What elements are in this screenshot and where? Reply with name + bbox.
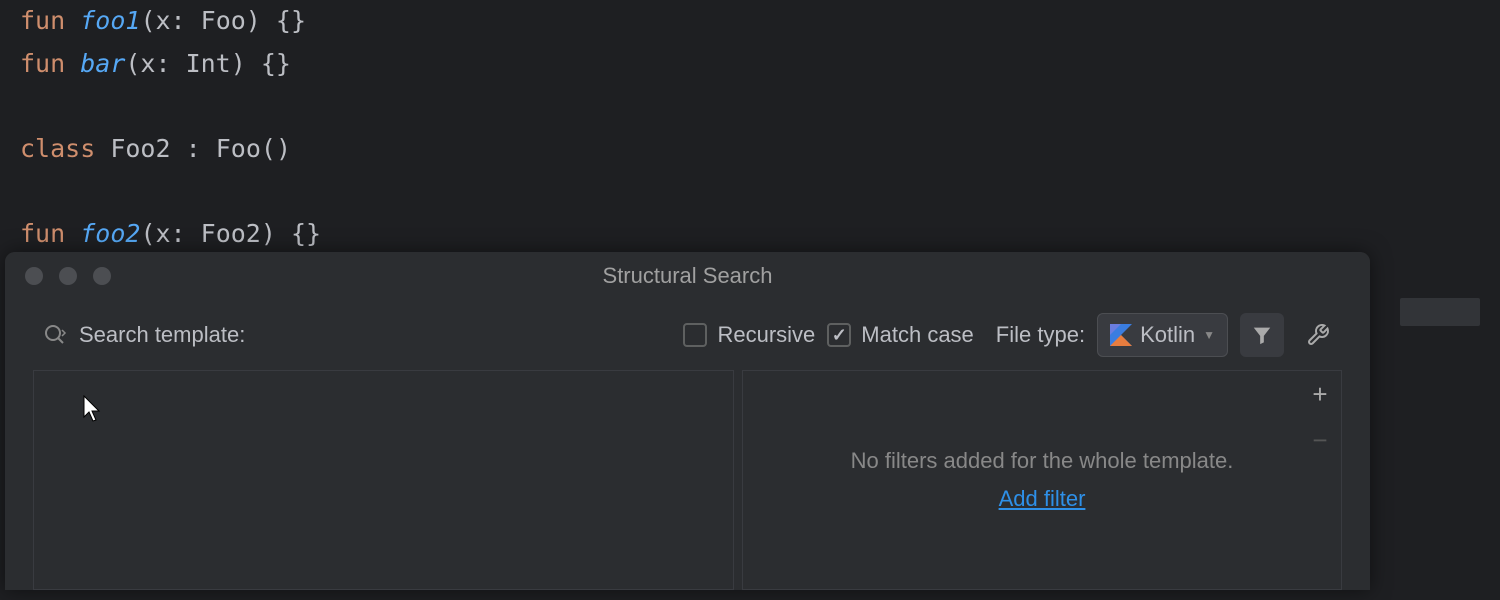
match-case-checkbox[interactable]: Match case [827, 322, 974, 348]
code-line: fun foo1(x: Foo) {} [20, 0, 1480, 43]
code-line: class Foo2 : Foo() [20, 128, 1480, 171]
code-line: fun foo2(x: Foo2) {} [20, 213, 1480, 256]
checkbox-box [827, 323, 851, 347]
file-type-value: Kotlin [1140, 322, 1195, 348]
match-case-label: Match case [861, 322, 974, 348]
checkbox-box [683, 323, 707, 347]
search-template-label: Search template: [79, 322, 245, 348]
maximize-window-button[interactable] [93, 267, 111, 285]
structural-search-dialog: Structural Search Search template: Recur… [5, 252, 1370, 590]
code-line [20, 85, 1480, 128]
code-line [20, 170, 1480, 213]
tools-button[interactable] [1296, 313, 1340, 357]
file-type-label: File type: [996, 322, 1085, 348]
recursive-label: Recursive [717, 322, 815, 348]
minimap-highlight [1400, 298, 1480, 326]
file-type-dropdown[interactable]: Kotlin ▼ [1097, 313, 1228, 357]
add-button[interactable]: + [1305, 379, 1335, 409]
minimize-window-button[interactable] [59, 267, 77, 285]
wrench-icon [1306, 323, 1330, 347]
code-editor[interactable]: fun foo1(x: Foo) {} fun bar(x: Int) {} c… [0, 0, 1500, 255]
dialog-toolbar: Search template: Recursive Match case Fi… [5, 300, 1370, 370]
close-window-button[interactable] [25, 267, 43, 285]
dialog-titlebar[interactable]: Structural Search [5, 252, 1370, 300]
filter-button[interactable] [1240, 313, 1284, 357]
recursive-checkbox[interactable]: Recursive [683, 322, 815, 348]
search-icon[interactable] [43, 323, 67, 347]
search-template-input[interactable] [33, 370, 734, 590]
remove-button[interactable]: − [1305, 425, 1335, 455]
add-filter-link[interactable]: Add filter [999, 486, 1086, 512]
window-controls [25, 267, 111, 285]
chevron-down-icon: ▼ [1203, 328, 1215, 342]
dialog-title: Structural Search [603, 263, 773, 289]
dialog-panels: + − No filters added for the whole templ… [5, 370, 1370, 590]
no-filters-text: No filters added for the whole template. [851, 448, 1234, 474]
kotlin-icon [1110, 324, 1132, 346]
filter-icon [1251, 324, 1273, 346]
filters-panel: + − No filters added for the whole templ… [742, 370, 1342, 590]
code-line: fun bar(x: Int) {} [20, 43, 1480, 86]
